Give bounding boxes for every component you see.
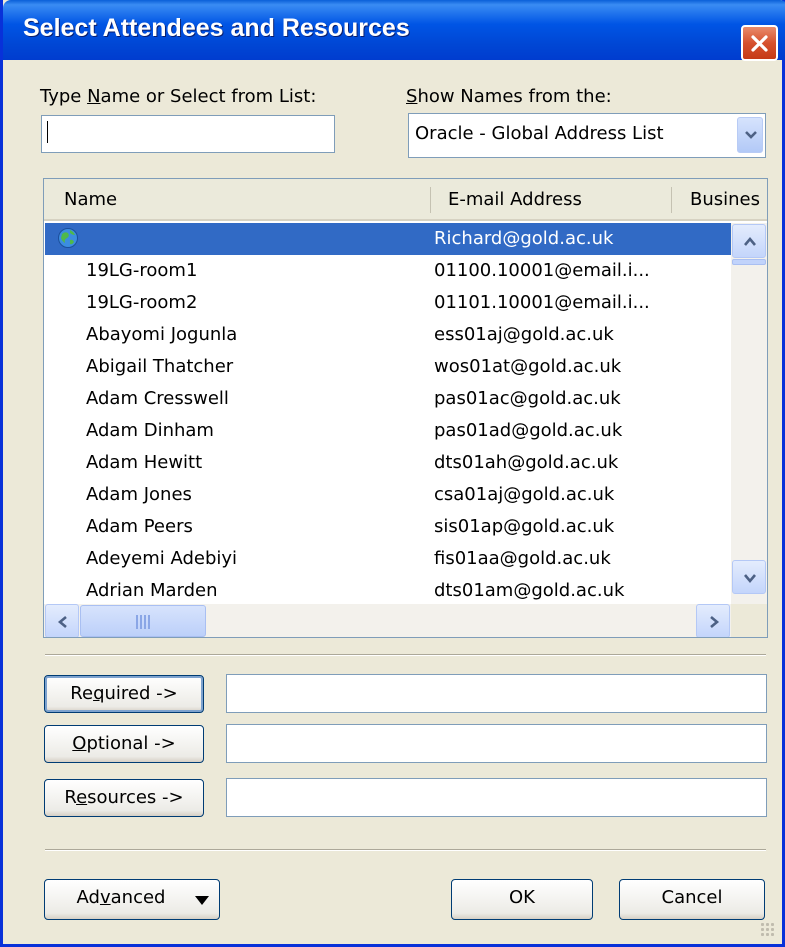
resources-button[interactable]: Resources -> — [44, 779, 204, 817]
column-header-business[interactable]: Busines — [690, 189, 760, 210]
resize-grip[interactable] — [760, 922, 776, 938]
cell-name: Adam Peers — [86, 516, 193, 537]
column-header-name[interactable]: Name — [64, 189, 117, 210]
cell-name: Adrian Marden — [86, 580, 218, 601]
required-button[interactable]: Required -> — [44, 675, 204, 713]
advanced-button-label: Advanced — [76, 887, 166, 908]
required-field[interactable] — [226, 674, 767, 713]
separator — [45, 849, 766, 851]
optional-button-label: Optional -> — [72, 733, 176, 754]
address-book-dropdown[interactable]: Oracle - Global Address List — [408, 113, 766, 158]
list-item[interactable]: Adrian Marden dts01am@gold.ac.uk — [45, 575, 732, 607]
chevron-down-icon — [744, 574, 756, 584]
text-caret — [47, 121, 48, 143]
dialog-window: Select Attendees and Resources Type Name… — [0, 0, 785, 947]
cell-name: Adeyemi Adebiyi — [86, 548, 238, 569]
list-item[interactable]: Abayomi Jogunla ess01aj@gold.ac.uk — [45, 319, 732, 351]
cell-email: ess01aj@gold.ac.uk — [434, 324, 614, 345]
cell-name: 19LG-room1 — [86, 260, 198, 281]
cell-email: sis01ap@gold.ac.uk — [434, 516, 615, 537]
cell-name: Adam Cresswell — [86, 388, 229, 409]
grip-lines — [136, 615, 152, 629]
window-title: Select Attendees and Resources — [23, 14, 410, 42]
cell-email: dts01am@gold.ac.uk — [434, 580, 625, 601]
close-button[interactable] — [741, 25, 778, 61]
chevron-right-icon — [710, 616, 720, 628]
cell-name: Adam Hewitt — [86, 452, 203, 473]
required-button-label: Required -> — [70, 683, 178, 704]
cell-name: Adam Dinham — [86, 420, 214, 441]
list-item[interactable]: Adam Cresswell pas01ac@gold.ac.uk — [45, 383, 732, 415]
cell-email: pas01ac@gold.ac.uk — [434, 388, 621, 409]
resources-button-label: Resources -> — [64, 787, 184, 808]
chevron-down-icon — [745, 131, 757, 139]
list-header: Name E-mail Address Busines — [44, 179, 767, 221]
cell-email: pas01ad@gold.ac.uk — [434, 420, 623, 441]
list-item[interactable]: Adeyemi Adebiyi fis01aa@gold.ac.uk — [45, 543, 732, 575]
column-divider[interactable] — [430, 187, 431, 213]
cell-email: wos01at@gold.ac.uk — [434, 356, 622, 377]
title-bar[interactable]: Select Attendees and Resources — [3, 0, 785, 61]
resources-field[interactable] — [226, 778, 767, 817]
horizontal-scroll-thumb[interactable] — [80, 605, 206, 637]
optional-button[interactable]: Optional -> — [44, 725, 204, 763]
cell-email: fis01aa@gold.ac.uk — [434, 548, 611, 569]
list-item[interactable]: Adam Peers sis01ap@gold.ac.uk — [45, 511, 732, 543]
cancel-button[interactable]: Cancel — [619, 879, 765, 920]
scroll-left-button[interactable] — [45, 604, 79, 637]
list-item[interactable]: Abigail Thatcher wos01at@gold.ac.uk — [45, 351, 732, 383]
cell-email: csa01aj@gold.ac.uk — [434, 484, 615, 505]
cancel-button-label: Cancel — [661, 887, 723, 908]
cell-name: Abigail Thatcher — [86, 356, 234, 377]
search-input[interactable] — [41, 115, 335, 153]
address-list[interactable]: Name E-mail Address Busines Richard@gold… — [43, 178, 768, 638]
close-icon — [751, 35, 768, 52]
address-book-label: Show Names from the: — [406, 86, 612, 107]
column-header-email[interactable]: E-mail Address — [448, 189, 582, 210]
advanced-button[interactable]: Advanced — [44, 879, 220, 920]
address-book-label-text: Show Names from the: — [406, 86, 612, 107]
cell-email: 01101.10001@email.i... — [434, 292, 650, 313]
cell-email: 01100.10001@email.i... — [434, 260, 650, 281]
cell-name: Abayomi Jogunla — [86, 324, 238, 345]
list-item[interactable]: 19LG-room2 01101.10001@email.i... — [45, 287, 732, 319]
scroll-up-button[interactable] — [732, 224, 766, 258]
search-label: Type Name or Select from List: — [40, 86, 316, 107]
list-item[interactable]: Adam Jones csa01aj@gold.ac.uk — [45, 479, 732, 511]
list-item[interactable]: 19LG-room1 01100.10001@email.i... — [45, 255, 732, 287]
chevron-left-icon — [57, 616, 67, 628]
cell-name: Adam Jones — [86, 484, 192, 505]
search-label-text: Type Name or Select from List: — [40, 86, 317, 107]
list-item[interactable]: Adam Hewitt dts01ah@gold.ac.uk — [45, 447, 732, 479]
chevron-up-icon — [744, 236, 756, 246]
list-item[interactable]: Adam Dinham pas01ad@gold.ac.uk — [45, 415, 732, 447]
cell-email: dts01ah@gold.ac.uk — [434, 452, 619, 473]
globe-icon — [57, 227, 79, 254]
ok-button[interactable]: OK — [451, 879, 593, 920]
optional-field[interactable] — [226, 724, 767, 763]
vertical-scrollbar[interactable] — [731, 223, 767, 604]
horizontal-scrollbar[interactable] — [44, 604, 767, 637]
address-book-selected: Oracle - Global Address List — [415, 123, 664, 144]
dropdown-arrow-icon — [195, 896, 209, 905]
column-divider[interactable] — [671, 187, 672, 213]
list-item[interactable]: Richard@gold.ac.uk — [45, 223, 732, 255]
vertical-scroll-thumb[interactable] — [732, 259, 766, 265]
scroll-down-button[interactable] — [732, 560, 766, 594]
scroll-right-button[interactable] — [696, 604, 730, 637]
scroll-corner — [731, 604, 767, 637]
dropdown-button[interactable] — [737, 117, 763, 153]
separator — [45, 654, 766, 656]
cell-name: 19LG-room2 — [86, 292, 198, 313]
ok-button-label: OK — [509, 887, 535, 908]
cell-email: Richard@gold.ac.uk — [434, 228, 614, 249]
